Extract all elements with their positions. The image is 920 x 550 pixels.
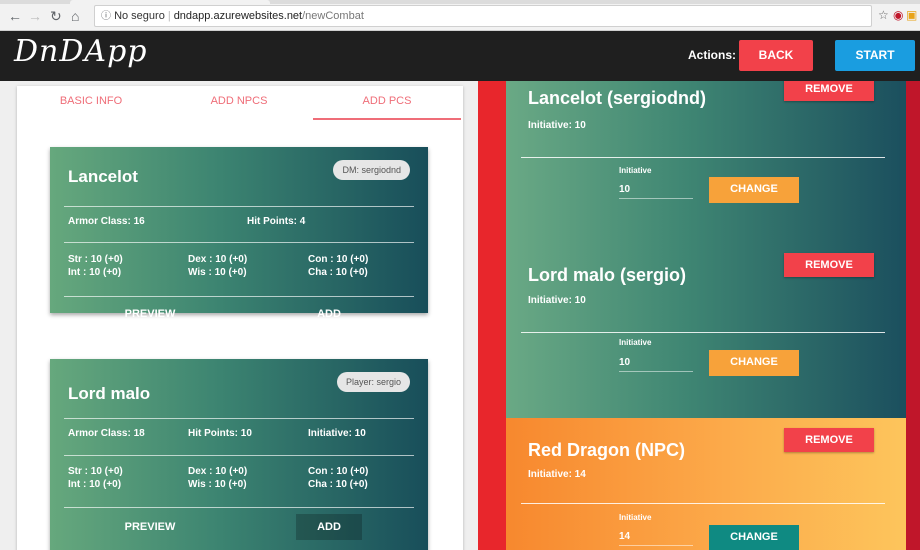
change-button[interactable]: CHANGE — [709, 177, 799, 203]
initiative-input[interactable] — [619, 528, 693, 546]
tab-bar: BASIC INFO ADD NPCS ADD PCS — [17, 86, 463, 120]
divider — [64, 296, 414, 297]
pc-owner-badge: Player: sergio — [336, 372, 410, 392]
forward-arrow-icon[interactable]: → — [28, 9, 42, 23]
divider — [64, 206, 414, 207]
back-arrow-icon[interactable]: ← — [8, 9, 22, 23]
ability-group: Dex : 10 (+0) Wis : 10 (+0) — [188, 253, 247, 279]
extension-icon[interactable]: ▣ — [906, 8, 917, 22]
divider — [521, 503, 885, 504]
url-host: dndapp.azurewebsites.net — [173, 10, 303, 22]
start-button[interactable]: START — [835, 40, 915, 71]
change-button[interactable]: CHANGE — [709, 350, 799, 376]
combatant-name: Lord malo (sergio) — [528, 265, 687, 285]
remove-button[interactable]: REMOVE — [784, 428, 874, 452]
initiative-field-label: Initiative — [619, 166, 652, 175]
initiative-field-label: Initiative — [619, 338, 652, 347]
int-score: Int : 10 (+0) — [68, 479, 122, 490]
add-combatants-card: BASIC INFO ADD NPCS ADD PCS Lancelot DM:… — [17, 86, 463, 550]
int-score: Int : 10 (+0) — [68, 267, 122, 278]
combatant-card: Lord malo (sergio) Initiative: 10 REMOVE… — [506, 242, 906, 418]
cha-score: Cha : 10 (+0) — [308, 479, 368, 490]
pc-name: Lord malo — [68, 384, 151, 403]
shield-extension-icon[interactable]: ◉ — [893, 8, 903, 22]
con-score: Con : 10 (+0) — [308, 254, 369, 265]
cha-score: Cha : 10 (+0) — [308, 267, 368, 278]
info-icon[interactable]: ⓘ — [101, 11, 111, 22]
remove-button[interactable]: REMOVE — [784, 81, 874, 101]
hit-points: Hit Points: 10 — [188, 428, 252, 439]
pc-owner-badge: DM: sergiodnd — [333, 160, 410, 180]
browser-tab-strip — [0, 0, 920, 4]
browser-toolbar: ← → ↻ ⌂ ⓘ No seguro | dndapp.azurewebsites… — [0, 0, 920, 31]
hit-points: Hit Points: 4 — [247, 216, 306, 227]
armor-class: Armor Class: 16 — [68, 216, 145, 227]
preview-button[interactable]: PREVIEW — [110, 514, 190, 540]
initiative: Initiative: 10 — [308, 428, 366, 439]
remove-button[interactable]: REMOVE — [784, 253, 874, 277]
combatant-name: Red Dragon (NPC) — [528, 440, 685, 460]
ability-group: Str : 10 (+0) Int : 10 (+0) — [68, 465, 123, 491]
back-button[interactable]: BACK — [739, 40, 813, 71]
add-button[interactable]: ADD — [296, 514, 362, 540]
app-logo[interactable]: DnDApp — [14, 34, 148, 69]
tab-basic-info[interactable]: BASIC INFO — [17, 86, 165, 120]
wis-score: Wis : 10 (+0) — [188, 479, 247, 490]
combatant-card: Lancelot (sergiodnd) Initiative: 10 REMO… — [506, 81, 906, 242]
wis-score: Wis : 10 (+0) — [188, 267, 247, 278]
reload-icon[interactable]: ↻ — [50, 9, 62, 23]
divider — [64, 418, 414, 419]
armor-class: Armor Class: 18 — [68, 428, 145, 439]
combat-order-panel: Lancelot (sergiodnd) Initiative: 10 REMO… — [478, 81, 920, 550]
add-button[interactable]: ADD — [296, 301, 362, 327]
ability-group: Dex : 10 (+0) Wis : 10 (+0) — [188, 465, 247, 491]
ability-group: Con : 10 (+0) Cha : 10 (+0) — [308, 465, 368, 491]
combatant-initiative: Initiative: 14 — [528, 469, 586, 480]
divider — [521, 157, 885, 158]
dex-score: Dex : 10 (+0) — [188, 466, 248, 477]
url-path: /newCombat — [302, 10, 364, 22]
initiative-input[interactable] — [619, 181, 693, 199]
con-score: Con : 10 (+0) — [308, 466, 369, 477]
str-score: Str : 10 (+0) — [68, 254, 123, 265]
change-button[interactable]: CHANGE — [709, 525, 799, 550]
star-icon[interactable]: ☆ — [878, 8, 889, 22]
divider — [64, 507, 414, 508]
combatant-name: Lancelot (sergiodnd) — [528, 88, 707, 108]
divider — [521, 332, 885, 333]
combatant-initiative: Initiative: 10 — [528, 120, 586, 131]
divider — [64, 242, 414, 243]
ability-group: Str : 10 (+0) Int : 10 (+0) — [68, 253, 123, 279]
tab-add-npcs[interactable]: ADD NPCS — [165, 86, 313, 120]
home-icon[interactable]: ⌂ — [71, 9, 79, 23]
dex-score: Dex : 10 (+0) — [188, 254, 248, 265]
divider — [64, 455, 414, 456]
initiative-field-label: Initiative — [619, 513, 652, 522]
pc-card: Lancelot DM: sergiodnd Armor Class: 16 H… — [50, 147, 428, 320]
ability-group: Con : 10 (+0) Cha : 10 (+0) — [308, 253, 368, 279]
security-label: No seguro — [114, 10, 165, 22]
pc-name: Lancelot — [68, 167, 138, 186]
address-bar[interactable]: ⓘ No seguro | dndapp.azurewebsites.net/new… — [94, 5, 872, 27]
str-score: Str : 10 (+0) — [68, 466, 123, 477]
left-panel: BASIC INFO ADD NPCS ADD PCS Lancelot DM:… — [0, 81, 478, 550]
preview-button[interactable]: PREVIEW — [110, 301, 190, 327]
pc-card: Lord malo Player: sergio Armor Class: 18… — [50, 359, 428, 550]
initiative-input[interactable] — [619, 354, 693, 372]
combatant-initiative: Initiative: 10 — [528, 295, 586, 306]
tab-add-pcs[interactable]: ADD PCS — [313, 86, 461, 120]
combatant-card: Red Dragon (NPC) Initiative: 14 REMOVE I… — [506, 418, 906, 550]
actions-label: Actions: — [688, 48, 736, 62]
app-header: DnDApp Actions: BACK START — [0, 31, 920, 81]
